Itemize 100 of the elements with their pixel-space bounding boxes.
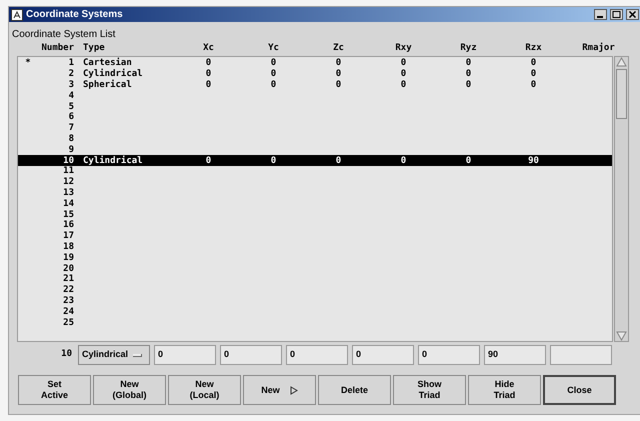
value-field[interactable] bbox=[550, 345, 612, 365]
row-number: 6 bbox=[68, 112, 74, 122]
list-row[interactable]: 23 bbox=[18, 296, 612, 306]
active-marker: * bbox=[25, 58, 31, 68]
row-number: 23 bbox=[63, 296, 74, 306]
row-number: 4 bbox=[68, 90, 74, 101]
scroll-up-arrow-icon[interactable] bbox=[616, 57, 627, 68]
row-number: 10 bbox=[63, 156, 74, 166]
list-row[interactable]: 25 bbox=[18, 317, 612, 328]
value-cell: 0 bbox=[400, 156, 406, 166]
list-row[interactable]: 14 bbox=[18, 198, 612, 210]
close-button[interactable]: Close bbox=[543, 375, 616, 405]
list-row[interactable]: 18 bbox=[18, 242, 612, 252]
column-header: Ryz bbox=[460, 42, 477, 56]
type-cell-text: Cylindrical bbox=[82, 156, 144, 166]
type-dropdown[interactable]: Cylindrical bbox=[78, 345, 150, 365]
value-cell: 0 bbox=[270, 156, 276, 166]
value-field[interactable]: 0 bbox=[352, 345, 414, 365]
value-cell: 0 bbox=[466, 80, 472, 90]
list-row[interactable]: 22 bbox=[18, 284, 612, 296]
list-row[interactable]: 7 bbox=[18, 122, 612, 134]
list-row[interactable]: 4 bbox=[18, 90, 612, 102]
value-cell: 90 bbox=[528, 156, 539, 166]
list-title: Coordinate System List bbox=[12, 28, 116, 41]
dropdown-indicator-icon bbox=[133, 354, 142, 356]
list-row[interactable]: 21 bbox=[18, 274, 612, 285]
row-number: 22 bbox=[63, 285, 74, 296]
column-header: Yc bbox=[268, 42, 279, 56]
column-header: Rxy bbox=[395, 42, 412, 56]
value-cell: 0 bbox=[336, 156, 342, 166]
action-button[interactable]: New (Global) bbox=[93, 375, 166, 405]
row-number: 15 bbox=[63, 210, 74, 220]
scroll-thumb[interactable] bbox=[616, 69, 627, 119]
value-cell: 0 bbox=[206, 69, 212, 80]
row-number: 21 bbox=[63, 274, 74, 284]
list-row[interactable]: 19 bbox=[18, 252, 612, 264]
row-number: 5 bbox=[68, 102, 74, 112]
action-button[interactable]: New bbox=[243, 375, 316, 405]
action-button[interactable]: New (Local) bbox=[168, 375, 241, 405]
list-row[interactable]: 3 Spherical 0 0 0 0 0 0 bbox=[18, 80, 612, 90]
column-header: Rmajor bbox=[582, 42, 615, 56]
minimize-icon[interactable] bbox=[594, 9, 607, 20]
list-row[interactable]: 10 Cylindrical 0 0 0 0 0 90 bbox=[18, 155, 612, 166]
app-icon bbox=[11, 8, 23, 20]
list-row[interactable]: 13 bbox=[18, 188, 612, 198]
action-button[interactable]: Hide Triad bbox=[468, 375, 541, 405]
list-row[interactable]: 20 bbox=[18, 263, 612, 274]
scroll-down-arrow-icon[interactable] bbox=[616, 330, 627, 341]
row-number: 13 bbox=[63, 188, 74, 198]
value-cell: 0 bbox=[336, 69, 342, 80]
row-number: 20 bbox=[63, 264, 74, 274]
row-number: 24 bbox=[63, 306, 74, 317]
close-icon[interactable] bbox=[626, 9, 639, 20]
edit-number: 10 bbox=[60, 348, 73, 362]
type-cell-text: Cartesian bbox=[82, 58, 133, 68]
value-cell: 0 bbox=[466, 69, 472, 80]
list-row[interactable]: 17 bbox=[18, 230, 612, 242]
row-number: 11 bbox=[63, 166, 74, 176]
value-cell: 0 bbox=[270, 80, 276, 90]
cascade-arrow-icon bbox=[290, 386, 298, 394]
maximize-icon[interactable] bbox=[610, 9, 623, 20]
action-button[interactable]: Show Triad bbox=[393, 375, 466, 405]
list-row[interactable]: 16 bbox=[18, 220, 612, 231]
column-header: Xc bbox=[203, 42, 214, 56]
list-row[interactable]: * 1 Cartesian 0 0 0 0 0 0 bbox=[18, 58, 612, 69]
list-row[interactable]: 8 bbox=[18, 134, 612, 144]
value-cell: 0 bbox=[336, 80, 342, 90]
list-row[interactable]: 15 bbox=[18, 209, 612, 220]
value-field[interactable]: 0 bbox=[286, 345, 348, 365]
list-row[interactable]: 24 bbox=[18, 306, 612, 318]
action-button[interactable]: Delete bbox=[318, 375, 391, 405]
value-cell: 0 bbox=[400, 58, 406, 68]
list-row[interactable]: 11 bbox=[18, 166, 612, 177]
list-row[interactable]: 2 Cylindrical 0 0 0 0 0 0 bbox=[18, 68, 612, 80]
value-field[interactable]: 90 bbox=[484, 345, 546, 365]
list-row[interactable]: 12 bbox=[18, 176, 612, 188]
value-cell: 0 bbox=[530, 58, 536, 68]
value-field[interactable]: 0 bbox=[154, 345, 216, 365]
column-header: Zc bbox=[333, 42, 344, 56]
value-field[interactable]: 0 bbox=[220, 345, 282, 365]
type-cell-text: Cylindrical bbox=[82, 69, 144, 80]
scrollbar[interactable] bbox=[614, 56, 629, 342]
value-cell: 0 bbox=[466, 58, 472, 68]
value-cell: 0 bbox=[466, 156, 472, 166]
row-number: 7 bbox=[68, 123, 74, 134]
value-cell: 0 bbox=[400, 80, 406, 90]
column-header: Rzx bbox=[525, 42, 542, 56]
row-number: 12 bbox=[63, 177, 74, 188]
list-row[interactable]: 5 bbox=[18, 101, 612, 112]
row-number: 25 bbox=[63, 318, 74, 328]
action-button[interactable]: Set Active bbox=[18, 375, 91, 405]
row-number: 1 bbox=[68, 58, 74, 68]
row-number: 16 bbox=[63, 220, 74, 230]
value-field[interactable]: 0 bbox=[418, 345, 480, 365]
value-cell: 0 bbox=[206, 80, 212, 90]
list-row[interactable]: 9 bbox=[18, 144, 612, 156]
value-cell: 0 bbox=[336, 58, 342, 68]
list-row[interactable]: 6 bbox=[18, 112, 612, 123]
type-cell-text: Spherical bbox=[82, 80, 133, 90]
row-number: 2 bbox=[68, 69, 74, 80]
